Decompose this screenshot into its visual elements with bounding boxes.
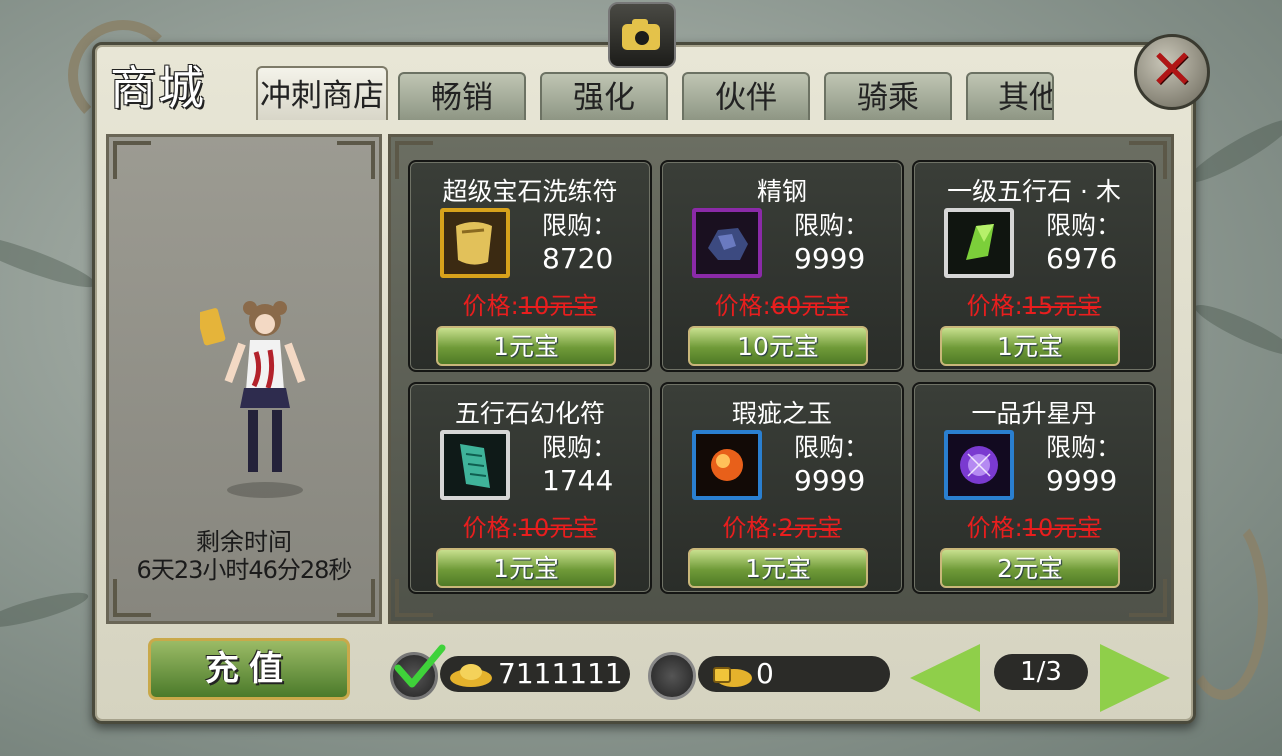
shop-item-card[interactable]: 五行石幻化符限购： 1744 价格:10元宝 1元宝: [408, 382, 652, 594]
bound-amount: 0: [756, 657, 774, 690]
old-price: 15元宝: [1022, 292, 1102, 320]
old-price: 60元宝: [770, 292, 850, 320]
bamboo-leaf-decoration: [1182, 111, 1282, 191]
tab-mount[interactable]: 骑乘: [824, 72, 952, 120]
bamboo-leaf-decoration: [1190, 297, 1282, 363]
item-name: 一级五行石 · 木: [947, 177, 1121, 206]
prev-page-arrow-icon[interactable]: [910, 644, 980, 712]
fire-orb-icon[interactable]: [692, 430, 762, 500]
corner-ornament: [113, 141, 151, 179]
green-gem-icon[interactable]: [944, 208, 1014, 278]
bound-gold-balance: 0: [698, 656, 890, 692]
buy-button[interactable]: 1元宝: [436, 326, 616, 366]
checkmark-icon: [394, 644, 446, 688]
shop-item-card[interactable]: 超级宝石洗练符限购： 8720 价格:10元宝 1元宝: [408, 160, 652, 372]
tab-enhance[interactable]: 强化: [540, 72, 668, 120]
recharge-button[interactable]: 充值: [148, 638, 350, 700]
purchase-limit-value: 9999: [1046, 464, 1118, 497]
ore-icon[interactable]: [692, 208, 762, 278]
shop-item-card[interactable]: 精钢限购： 9999 价格:60元宝 10元宝: [660, 160, 904, 372]
buy-button[interactable]: 1元宝: [436, 548, 616, 588]
original-price: 价格:10元宝: [410, 508, 650, 543]
tab-rush-shop[interactable]: 冲刺商店: [256, 66, 388, 120]
original-price: 价格:10元宝: [410, 286, 650, 321]
purchase-limit-value: 9999: [794, 464, 866, 497]
item-name: 五行石幻化符: [454, 399, 605, 428]
gold-balance: 7111111: [440, 656, 630, 692]
shop-item-card[interactable]: 一级五行石 · 木限购： 6976 价格:15元宝 1元宝: [912, 160, 1156, 372]
camera-icon-lens: [632, 28, 652, 48]
price-prefix: 价格:: [966, 514, 1023, 542]
tab-other[interactable]: 其他: [966, 72, 1054, 120]
gold-amount: 7111111: [498, 657, 623, 690]
scroll-icon[interactable]: [440, 208, 510, 278]
gold-ingot-icon: [450, 664, 492, 687]
purchase-limit-label: 限购：: [1046, 433, 1122, 462]
buy-button[interactable]: 10元宝: [688, 326, 868, 366]
purchase-limit-value: 1744: [542, 464, 614, 497]
original-price: 价格:10元宝: [914, 508, 1154, 543]
purchase-limit-label: 限购：: [794, 211, 870, 240]
bamboo-leaf-decoration: [0, 226, 100, 296]
item-name: 一品升星丹: [971, 399, 1097, 428]
item-name: 瑕疵之玉: [731, 399, 832, 428]
price-prefix: 价格:: [462, 514, 519, 542]
old-price: 10元宝: [1022, 514, 1102, 542]
item-name: 超级宝石洗练符: [442, 177, 618, 206]
close-button[interactable]: ✕: [1134, 34, 1210, 110]
old-price: 10元宝: [518, 514, 598, 542]
buy-button[interactable]: 1元宝: [688, 548, 868, 588]
price-prefix: 价格:: [722, 514, 779, 542]
purchase-limit-value: 9999: [794, 242, 866, 275]
buy-button[interactable]: 2元宝: [940, 548, 1120, 588]
purple-orb-icon[interactable]: [944, 430, 1014, 500]
purchase-limit-label: 限购：: [542, 211, 618, 240]
original-price: 价格:15元宝: [914, 286, 1154, 321]
jade-scroll-icon[interactable]: [440, 430, 510, 500]
original-price: 价格:60元宝: [662, 286, 902, 321]
old-price: 2元宝: [778, 514, 842, 542]
purchase-limit-label: 限购：: [542, 433, 618, 462]
purchase-limit-label: 限购：: [794, 433, 870, 462]
bound-currency-toggle[interactable]: [648, 652, 696, 700]
purchase-limit-value: 8720: [542, 242, 614, 275]
window-title: 商城: [110, 61, 206, 115]
shop-item-card[interactable]: 瑕疵之玉限购： 9999 价格:2元宝 1元宝: [660, 382, 904, 594]
page-indicator: 1/3: [994, 654, 1088, 690]
character-model: [200, 301, 306, 498]
old-price: 10元宝: [518, 292, 598, 320]
screenshot-button[interactable]: [608, 2, 676, 68]
price-prefix: 价格:: [714, 292, 771, 320]
shop-item-card[interactable]: 一品升星丹限购： 9999 价格:10元宝 2元宝: [912, 382, 1156, 594]
bamboo-leaf-decoration: [0, 586, 91, 634]
tab-bestseller[interactable]: 畅销: [398, 72, 526, 120]
corner-ornament: [337, 141, 375, 179]
purchase-limit-label: 限购：: [1046, 211, 1122, 240]
price-prefix: 价格:: [462, 292, 519, 320]
next-page-arrow-icon[interactable]: [1100, 644, 1170, 712]
remaining-time-value: 6天23小时46分28秒: [136, 556, 353, 584]
close-icon: ✕: [1149, 38, 1195, 101]
original-price: 价格:2元宝: [662, 508, 902, 543]
purchase-limit-value: 6976: [1046, 242, 1118, 275]
buy-button[interactable]: 1元宝: [940, 326, 1120, 366]
price-prefix: 价格:: [966, 292, 1023, 320]
item-name: 精钢: [756, 177, 807, 206]
tab-partner[interactable]: 伙伴: [682, 72, 810, 120]
bound-ingot-icon: [713, 667, 752, 687]
